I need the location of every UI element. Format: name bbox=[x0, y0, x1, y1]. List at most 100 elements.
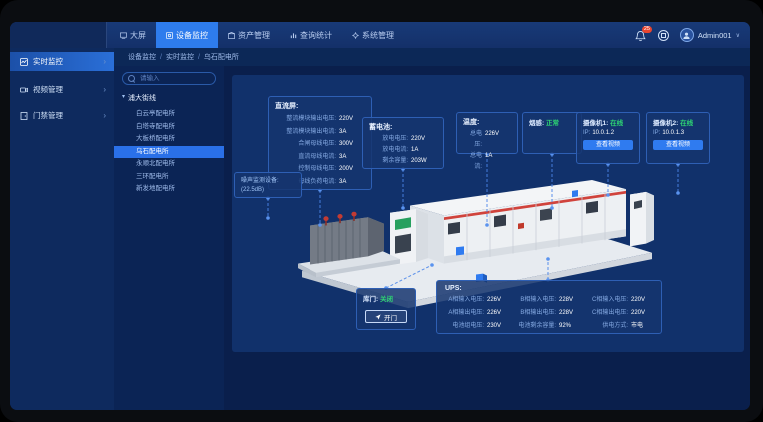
view-video-button[interactable]: 查看视频 bbox=[653, 140, 703, 150]
field-value: 92% bbox=[559, 320, 581, 333]
breadcrumb-item[interactable]: 实时监控 bbox=[166, 52, 194, 62]
tab-label: 大屏 bbox=[130, 30, 146, 41]
tree-item[interactable]: 新发地配电所 bbox=[114, 183, 224, 196]
tab-label: 系统管理 bbox=[362, 30, 394, 41]
ups-grid: A相输入电压:226V A相输出电压:226V 电池组电压:230V B相输入电… bbox=[445, 294, 653, 333]
field-label: 放电电压: bbox=[369, 134, 408, 145]
field-label: 剩余容量: bbox=[369, 156, 408, 167]
field-label: 整流模块输出电流: bbox=[275, 126, 336, 139]
field-value: 220V bbox=[631, 307, 653, 320]
card-title: 温度: bbox=[463, 117, 511, 127]
field-value: 3A bbox=[339, 176, 365, 189]
noise-monitor-card: 噪声监测设备: (22.5dB) bbox=[234, 172, 302, 198]
field-label: 整流模块输出电压: bbox=[275, 113, 336, 126]
tab-system-management[interactable]: 系统管理 bbox=[342, 22, 404, 48]
chevron-right-icon: › bbox=[103, 85, 106, 94]
field-value: 228V bbox=[559, 294, 581, 307]
logo-area bbox=[10, 22, 107, 48]
field-label: B相输入电压: bbox=[517, 294, 556, 307]
open-door-label: 开门 bbox=[384, 312, 397, 322]
user-menu[interactable]: Admin001 ∨ bbox=[680, 28, 740, 42]
monitor-icon bbox=[166, 32, 173, 39]
view-video-button[interactable]: 查看视频 bbox=[583, 140, 633, 150]
chevron-right-icon: › bbox=[103, 57, 106, 66]
avatar bbox=[680, 28, 694, 42]
status-badge: 关闭 bbox=[380, 296, 393, 303]
field-label: 供电方式: bbox=[589, 320, 628, 333]
field-value: 市电 bbox=[631, 320, 653, 333]
ups-column-b: B相输入电压:228V B相输出电压:228V 电池剩余容量:92% bbox=[517, 294, 581, 333]
card-title: 库门: bbox=[363, 296, 378, 303]
notification-badge: 25 bbox=[642, 26, 652, 33]
search-input[interactable] bbox=[138, 74, 210, 83]
tree-parent-label: 浦大街线 bbox=[128, 93, 156, 103]
field-value: 226V bbox=[487, 294, 509, 307]
tree-item[interactable]: 白塔寺配电所 bbox=[114, 121, 224, 134]
field-label: 总电流: bbox=[463, 151, 482, 173]
card-title: 烟感: bbox=[529, 120, 544, 127]
header-actions: 25 Admin001 ∨ bbox=[635, 22, 740, 48]
door-card: 库门: 关闭 开门 bbox=[356, 288, 416, 330]
field-value: 220V bbox=[411, 134, 437, 145]
field-label: C相输入电压: bbox=[589, 294, 628, 307]
notifications-button[interactable]: 25 bbox=[635, 29, 647, 42]
tab-asset-management[interactable]: 资产管理 bbox=[218, 22, 280, 48]
card-title: 蓄电池: bbox=[369, 122, 437, 132]
ip-value: 10.0.1.3 bbox=[662, 130, 684, 136]
tab-label: 设备监控 bbox=[176, 30, 208, 41]
chevron-down-icon: ▾ bbox=[122, 93, 125, 103]
device-frame: 大屏 设备监控 资产管理 查询统计 系统管理 bbox=[0, 0, 763, 422]
field-value: 230V bbox=[487, 320, 509, 333]
field-value: 228V bbox=[559, 307, 581, 320]
sidebar-item-video-management[interactable]: 视频管理 › bbox=[10, 80, 114, 99]
tab-dashboard[interactable]: 大屏 bbox=[110, 22, 156, 48]
ip-label: IP: bbox=[653, 130, 660, 136]
username: Admin001 bbox=[698, 31, 732, 40]
tree-search-box bbox=[122, 72, 216, 85]
card-title: 摄像机1: bbox=[583, 120, 608, 127]
sidebar-item-access-control[interactable]: 门禁管理 › bbox=[10, 106, 114, 125]
field-value: 203W bbox=[411, 156, 437, 167]
stats-icon bbox=[290, 32, 297, 39]
camera2-card: 摄像机2: 在线 IP:10.0.1.3 查看视频 bbox=[646, 112, 710, 164]
field-value: 1A bbox=[485, 151, 511, 173]
field-value: 226V bbox=[485, 129, 511, 151]
tab-device-monitoring[interactable]: 设备监控 bbox=[156, 22, 218, 48]
ip-label: IP: bbox=[583, 130, 590, 136]
tree-item[interactable]: 永顺北配电所 bbox=[114, 158, 224, 171]
breadcrumb-separator: / bbox=[198, 54, 200, 61]
breadcrumb-separator: / bbox=[160, 54, 162, 61]
ups-column-a: A相输入电压:226V A相输出电压:226V 电池组电压:230V bbox=[445, 294, 509, 333]
tree-parent-node[interactable]: ▾ 浦大街线 bbox=[122, 93, 156, 103]
ip-value: 10.0.1.2 bbox=[592, 130, 614, 136]
person-icon bbox=[682, 31, 691, 40]
tab-label: 查询统计 bbox=[300, 30, 332, 41]
tree-item[interactable]: 三环配电所 bbox=[114, 171, 224, 184]
tree-item[interactable]: 大板桥配电所 bbox=[114, 133, 224, 146]
tree-item[interactable]: 白云亭配电所 bbox=[114, 108, 224, 121]
card-title: 噪声监测设备: bbox=[241, 177, 295, 186]
breadcrumb-item-current: 乌石配电所 bbox=[204, 52, 239, 62]
tree-item-selected[interactable]: 乌石配电所 bbox=[114, 146, 224, 159]
sidebar-item-label: 视频管理 bbox=[33, 84, 98, 95]
field-value: 226V bbox=[487, 307, 509, 320]
card-title: 摄像机2: bbox=[653, 120, 678, 127]
sidebar-item-realtime-monitoring[interactable]: 实时监控 › bbox=[10, 52, 114, 71]
camera1-card: 摄像机1: 在线 IP:10.0.1.2 查看视频 bbox=[576, 112, 640, 164]
sidebar: 实时监控 › 视频管理 › 门禁管理 › bbox=[10, 48, 114, 410]
breadcrumb: 设备监控 / 实时监控 / 乌石配电所 bbox=[114, 48, 750, 66]
status-badge: 正常 bbox=[546, 120, 559, 127]
screen-icon bbox=[120, 32, 127, 39]
open-door-button[interactable]: 开门 bbox=[365, 310, 407, 323]
field-label: 合闸母线电压: bbox=[275, 138, 336, 151]
send-icon bbox=[375, 314, 381, 320]
field-label: A相输出电压: bbox=[445, 307, 484, 320]
field-label: 放电电流: bbox=[369, 145, 408, 156]
asset-icon bbox=[228, 32, 235, 39]
ups-card: UPS: A相输入电压:226V A相输出电压:226V 电池组电压:230V … bbox=[436, 280, 662, 334]
breadcrumb-item[interactable]: 设备监控 bbox=[128, 52, 156, 62]
fullscreen-icon[interactable] bbox=[658, 30, 669, 41]
status-badge: 在线 bbox=[680, 120, 693, 127]
tab-query-statistics[interactable]: 查询统计 bbox=[280, 22, 342, 48]
search-icon bbox=[128, 75, 135, 82]
